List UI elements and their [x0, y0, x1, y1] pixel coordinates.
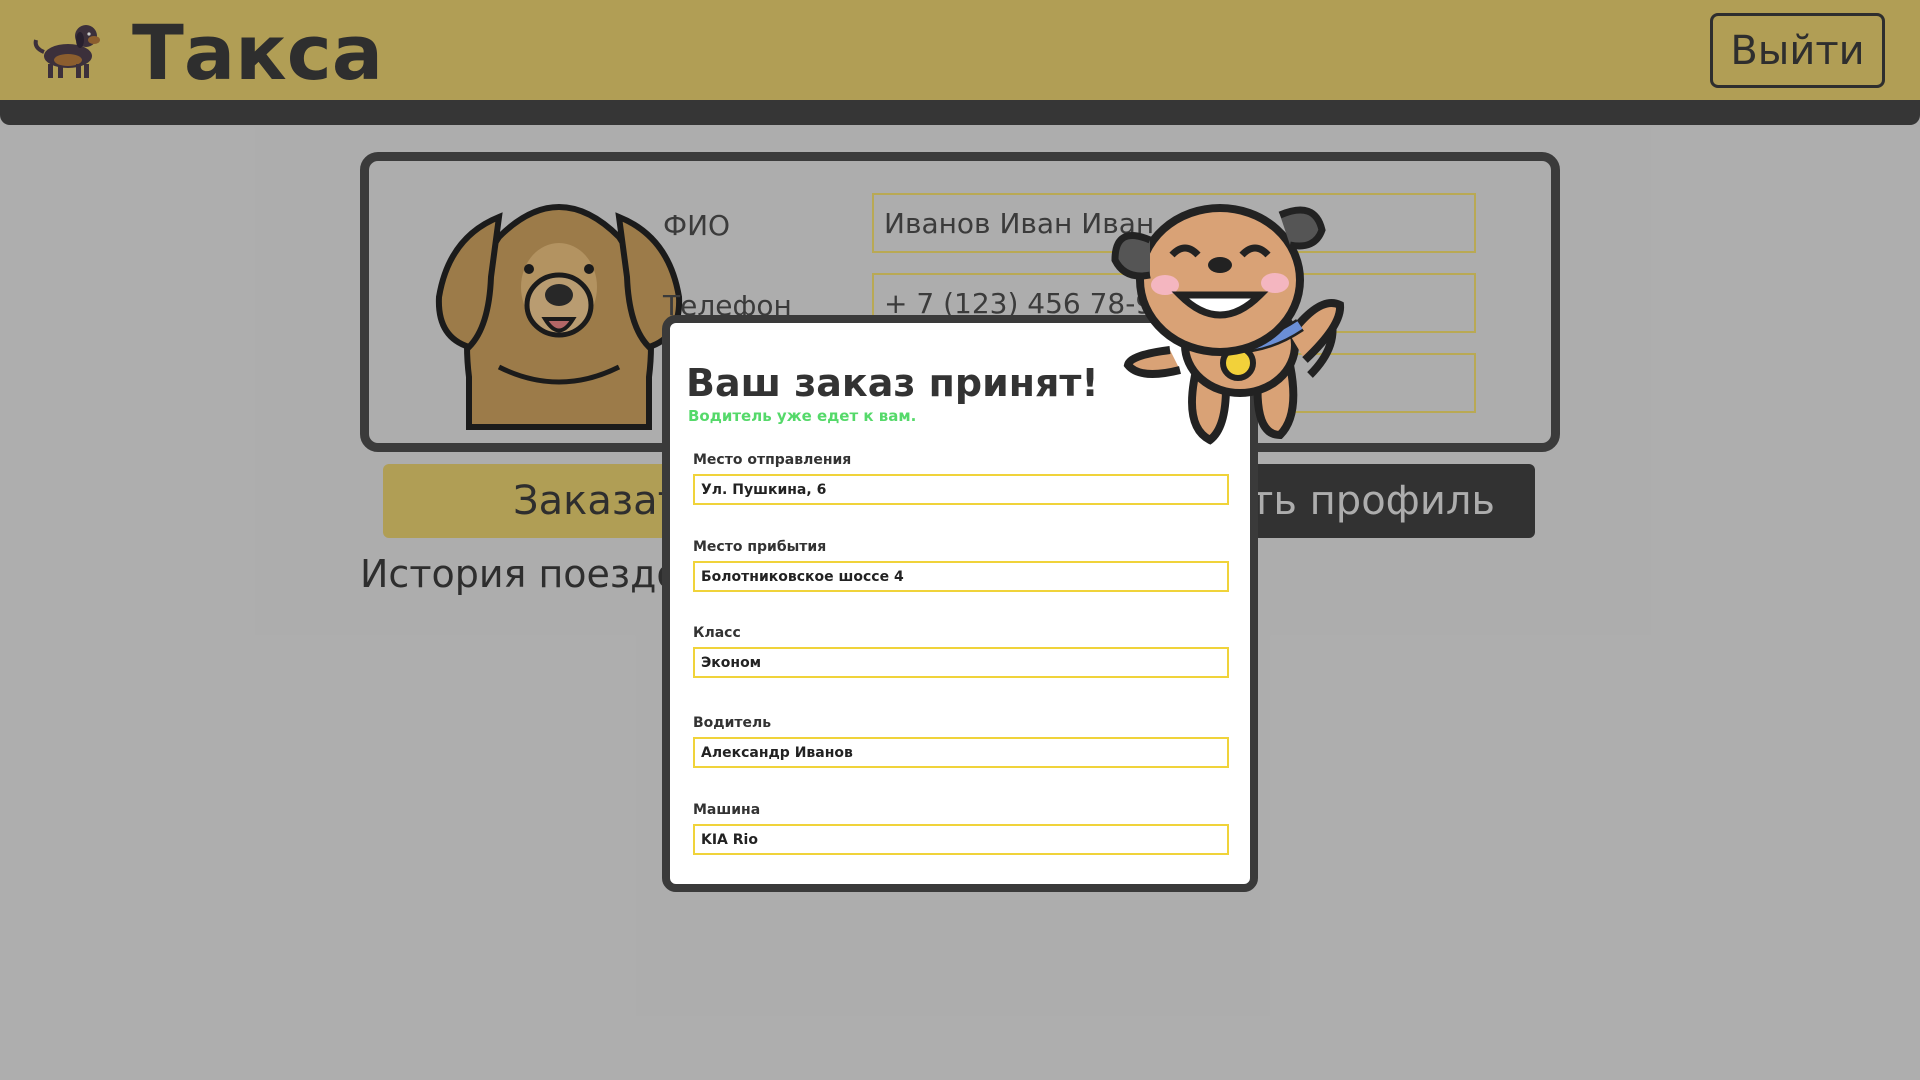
departure-label: Место отправления — [693, 452, 852, 468]
arrival-label: Место прибытия — [693, 539, 827, 555]
arrival-input[interactable] — [693, 561, 1229, 592]
car-label: Машина — [693, 802, 761, 818]
class-label: Класс — [693, 625, 741, 641]
driver-label: Водитель — [693, 715, 772, 731]
departure-input[interactable] — [693, 474, 1229, 505]
class-input[interactable] — [693, 647, 1229, 678]
driver-input[interactable] — [693, 737, 1229, 768]
happy-dog-sticker-icon — [1111, 204, 1345, 445]
modal-subtitle: Водитель уже едет к вам. — [688, 407, 917, 425]
car-input[interactable] — [693, 824, 1229, 855]
modal-title: Ваш заказ принят! — [686, 361, 1099, 405]
